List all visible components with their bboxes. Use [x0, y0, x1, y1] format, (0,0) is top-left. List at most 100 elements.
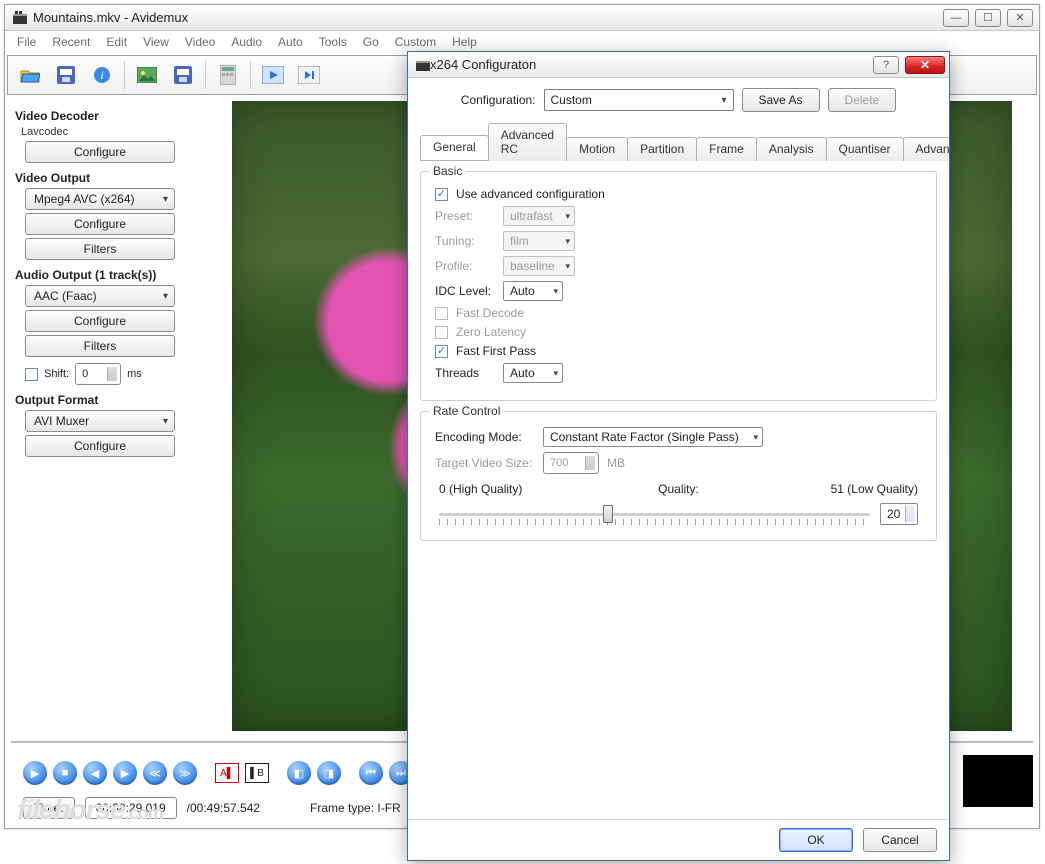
- configuration-label: Configuration:: [461, 93, 536, 107]
- menu-edit[interactable]: Edit: [106, 35, 127, 49]
- toolbar-separator: [250, 61, 251, 89]
- fast-decode-checkbox[interactable]: [435, 307, 448, 320]
- threads-select[interactable]: Auto: [503, 363, 563, 383]
- dialog-close-button[interactable]: ✕: [905, 56, 945, 74]
- save2-icon[interactable]: [169, 61, 197, 89]
- prev-black-icon[interactable]: ◧: [287, 761, 311, 785]
- video-output-configure-button[interactable]: Configure: [25, 213, 175, 235]
- minimize-button[interactable]: —: [943, 9, 969, 27]
- menu-file[interactable]: File: [17, 35, 36, 49]
- maximize-button[interactable]: ☐: [975, 9, 1001, 27]
- rate-control-legend: Rate Control: [429, 404, 504, 418]
- quality-slider-track[interactable]: [439, 513, 870, 516]
- prev-frame-icon[interactable]: ◀: [83, 761, 107, 785]
- configuration-select[interactable]: Custom: [544, 89, 734, 111]
- profile-select[interactable]: baseline: [503, 256, 575, 276]
- menu-audio[interactable]: Audio: [231, 35, 262, 49]
- menu-go[interactable]: Go: [363, 35, 379, 49]
- video-output-codec-select[interactable]: Mpeg4 AVC (x264): [25, 188, 175, 210]
- tab-analysis[interactable]: Analysis: [756, 137, 827, 161]
- quality-low-label: 51 (Low Quality): [699, 482, 918, 496]
- dialog-titlebar: x264 Configuraton ? ✕: [408, 52, 949, 78]
- preset-select[interactable]: ultrafast: [503, 206, 575, 226]
- stop-icon[interactable]: ■: [53, 761, 77, 785]
- encoding-mode-select[interactable]: Constant Rate Factor (Single Pass): [543, 427, 763, 447]
- basic-legend: Basic: [429, 164, 466, 178]
- time-total: /00:49:57.542: [187, 801, 260, 815]
- rewind-icon[interactable]: ≪: [143, 761, 167, 785]
- tuning-select[interactable]: film: [503, 231, 575, 251]
- x264-dialog: x264 Configuraton ? ✕ Configuration: Cus…: [407, 51, 950, 861]
- next-window-icon[interactable]: [295, 61, 323, 89]
- quality-spinner[interactable]: 20: [880, 503, 918, 525]
- marker-b-icon[interactable]: ▌B: [245, 763, 269, 783]
- next-frame-icon[interactable]: ▶: [113, 761, 137, 785]
- audio-shift-checkbox[interactable]: [25, 368, 38, 381]
- frame-type: Frame type: I-FR: [310, 801, 401, 815]
- video-decoder-configure-button[interactable]: Configure: [25, 141, 175, 163]
- save-icon[interactable]: [52, 61, 80, 89]
- tab-advanced-rc[interactable]: Advanced RC: [488, 123, 567, 161]
- menu-tools[interactable]: Tools: [319, 35, 347, 49]
- play-window-icon[interactable]: [259, 61, 287, 89]
- saveas-button[interactable]: Save As: [742, 88, 820, 112]
- video-output-filters-button[interactable]: Filters: [25, 238, 175, 260]
- next-black-icon[interactable]: ◨: [317, 761, 341, 785]
- cancel-button[interactable]: Cancel: [863, 828, 937, 852]
- clapper-icon: [416, 58, 430, 72]
- tab-general[interactable]: General: [420, 135, 489, 160]
- idc-select[interactable]: Auto: [503, 281, 563, 301]
- audio-shift-spinner[interactable]: 0: [75, 363, 121, 385]
- target-size-spinner[interactable]: 700: [543, 452, 599, 474]
- fast-first-pass-checkbox[interactable]: [435, 345, 448, 358]
- use-advanced-checkbox[interactable]: [435, 188, 448, 201]
- picture-icon[interactable]: [133, 61, 161, 89]
- close-button[interactable]: ✕: [1007, 9, 1033, 27]
- play-icon[interactable]: ▶: [23, 761, 47, 785]
- basic-group: Basic Use advanced configuration Preset:…: [420, 171, 937, 401]
- side-panel: Video Decoder Lavcodec Configure Video O…: [5, 97, 205, 737]
- goto-start-icon[interactable]: ⏮: [359, 761, 383, 785]
- app-icon: [13, 11, 27, 25]
- output-format-select[interactable]: AVI Muxer: [25, 410, 175, 432]
- ok-button[interactable]: OK: [779, 828, 853, 852]
- tab-frame[interactable]: Frame: [696, 137, 757, 161]
- delete-button[interactable]: Delete: [828, 88, 897, 112]
- menu-video[interactable]: Video: [185, 35, 215, 49]
- output-format-configure-button[interactable]: Configure: [25, 435, 175, 457]
- audio-output-configure-button[interactable]: Configure: [25, 310, 175, 332]
- menu-view[interactable]: View: [143, 35, 169, 49]
- fast-decode-label: Fast Decode: [456, 306, 524, 320]
- audio-output-codec-select[interactable]: AAC (Faac): [25, 285, 175, 307]
- target-size-label: Target Video Size:: [435, 456, 535, 470]
- menu-recent[interactable]: Recent: [52, 35, 90, 49]
- dialog-help-button[interactable]: ?: [873, 56, 899, 74]
- quality-slider-ticks: [439, 519, 870, 525]
- tab-advanced[interactable]: Advanced: [903, 137, 949, 161]
- watermark-text: filehorse: [17, 794, 125, 825]
- tab-motion[interactable]: Motion: [566, 137, 628, 161]
- dialog-title: x264 Configuraton: [430, 57, 873, 72]
- dialog-tabs: General Advanced RC Motion Partition Fra…: [420, 122, 937, 161]
- quality-slider-thumb[interactable]: [603, 505, 613, 523]
- video-output-title: Video Output: [15, 171, 195, 185]
- menu-help[interactable]: Help: [452, 35, 477, 49]
- tab-quantiser[interactable]: Quantiser: [826, 137, 904, 161]
- tab-partition[interactable]: Partition: [627, 137, 697, 161]
- forward-icon[interactable]: ≫: [173, 761, 197, 785]
- threads-label: Threads: [435, 366, 495, 380]
- black-rect: [963, 755, 1033, 807]
- audio-shift-unit: ms: [127, 368, 142, 380]
- watermark: filehorse.com: [17, 794, 163, 826]
- marker-a-icon[interactable]: A▌: [215, 763, 239, 783]
- audio-output-filters-button[interactable]: Filters: [25, 335, 175, 357]
- menu-custom[interactable]: Custom: [395, 35, 436, 49]
- zero-latency-checkbox[interactable]: [435, 326, 448, 339]
- watermark-suffix: .com: [125, 803, 163, 823]
- calculator-icon[interactable]: [214, 61, 242, 89]
- tuning-label: Tuning:: [435, 234, 495, 248]
- main-titlebar: Mountains.mkv - Avidemux — ☐ ✕: [5, 5, 1039, 31]
- menu-auto[interactable]: Auto: [278, 35, 303, 49]
- info-icon[interactable]: i: [88, 61, 116, 89]
- open-icon[interactable]: [16, 61, 44, 89]
